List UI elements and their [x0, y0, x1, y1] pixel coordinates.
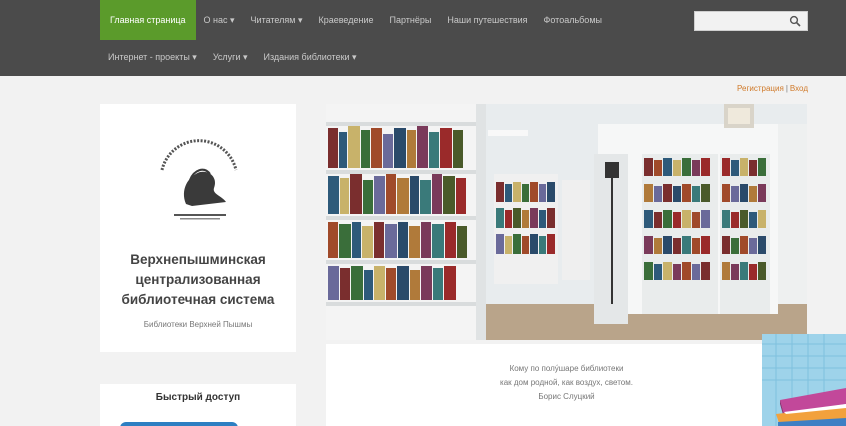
quick-access-title: Быстрый доступ: [155, 392, 241, 403]
search-input[interactable]: [694, 11, 808, 31]
nav-item-partners[interactable]: Партнёры: [381, 0, 439, 40]
quick-access-button[interactable]: [120, 422, 238, 426]
quote-text: Кому по полу́шаре библиотеки как дом род…: [326, 362, 807, 404]
primary-nav: Главная страница О нас ▾ Читателям ▾ Кра…: [100, 0, 610, 40]
nav-item-travels[interactable]: Наши путешествия: [439, 0, 535, 40]
organization-card: Верхнепышминская централизованная библио…: [100, 104, 296, 352]
quote-line-2: как дом родной, как воздух, светом.: [500, 378, 633, 387]
secondary-nav: Интернет - проекты ▾ Услуги ▾ Издания би…: [100, 40, 365, 74]
nav-item-services[interactable]: Услуги ▾: [205, 40, 256, 74]
quick-access-card: Быстрый доступ: [100, 384, 296, 426]
nav-item-publications[interactable]: Издания библиотеки ▾: [256, 40, 365, 74]
quote-line-1: Кому по полу́шаре библиотеки: [509, 364, 624, 373]
books-thumbnail[interactable]: [762, 334, 846, 426]
search-icon[interactable]: [789, 15, 801, 27]
organization-subtitle: Библиотеки Верхней Пышмы: [143, 320, 253, 329]
nav-item-local-history[interactable]: Краеведение: [310, 0, 381, 40]
nav-item-internet-projects[interactable]: Интернет - проекты ▾: [100, 40, 205, 74]
library-logo[interactable]: [152, 130, 246, 222]
quote-author: Борис Слуцкий: [538, 392, 595, 401]
nav-item-about[interactable]: О нас ▾: [196, 0, 243, 40]
nav-item-readers[interactable]: Читателям ▾: [243, 0, 311, 40]
auth-links: Регистрация | Вход: [737, 84, 808, 93]
library-interior-photo: [326, 104, 807, 340]
nav-item-photo-albums[interactable]: Фотоальбомы: [536, 0, 610, 40]
nav-item-home[interactable]: Главная страница: [100, 0, 196, 40]
register-link[interactable]: Регистрация: [737, 84, 784, 93]
login-link[interactable]: Вход: [790, 84, 808, 93]
top-navigation-bar: Главная страница О нас ▾ Читателям ▾ Кра…: [0, 0, 846, 76]
quote-block: Кому по полу́шаре библиотеки как дом род…: [326, 344, 807, 426]
organization-title: Верхнепышминская централизованная библио…: [121, 252, 275, 307]
